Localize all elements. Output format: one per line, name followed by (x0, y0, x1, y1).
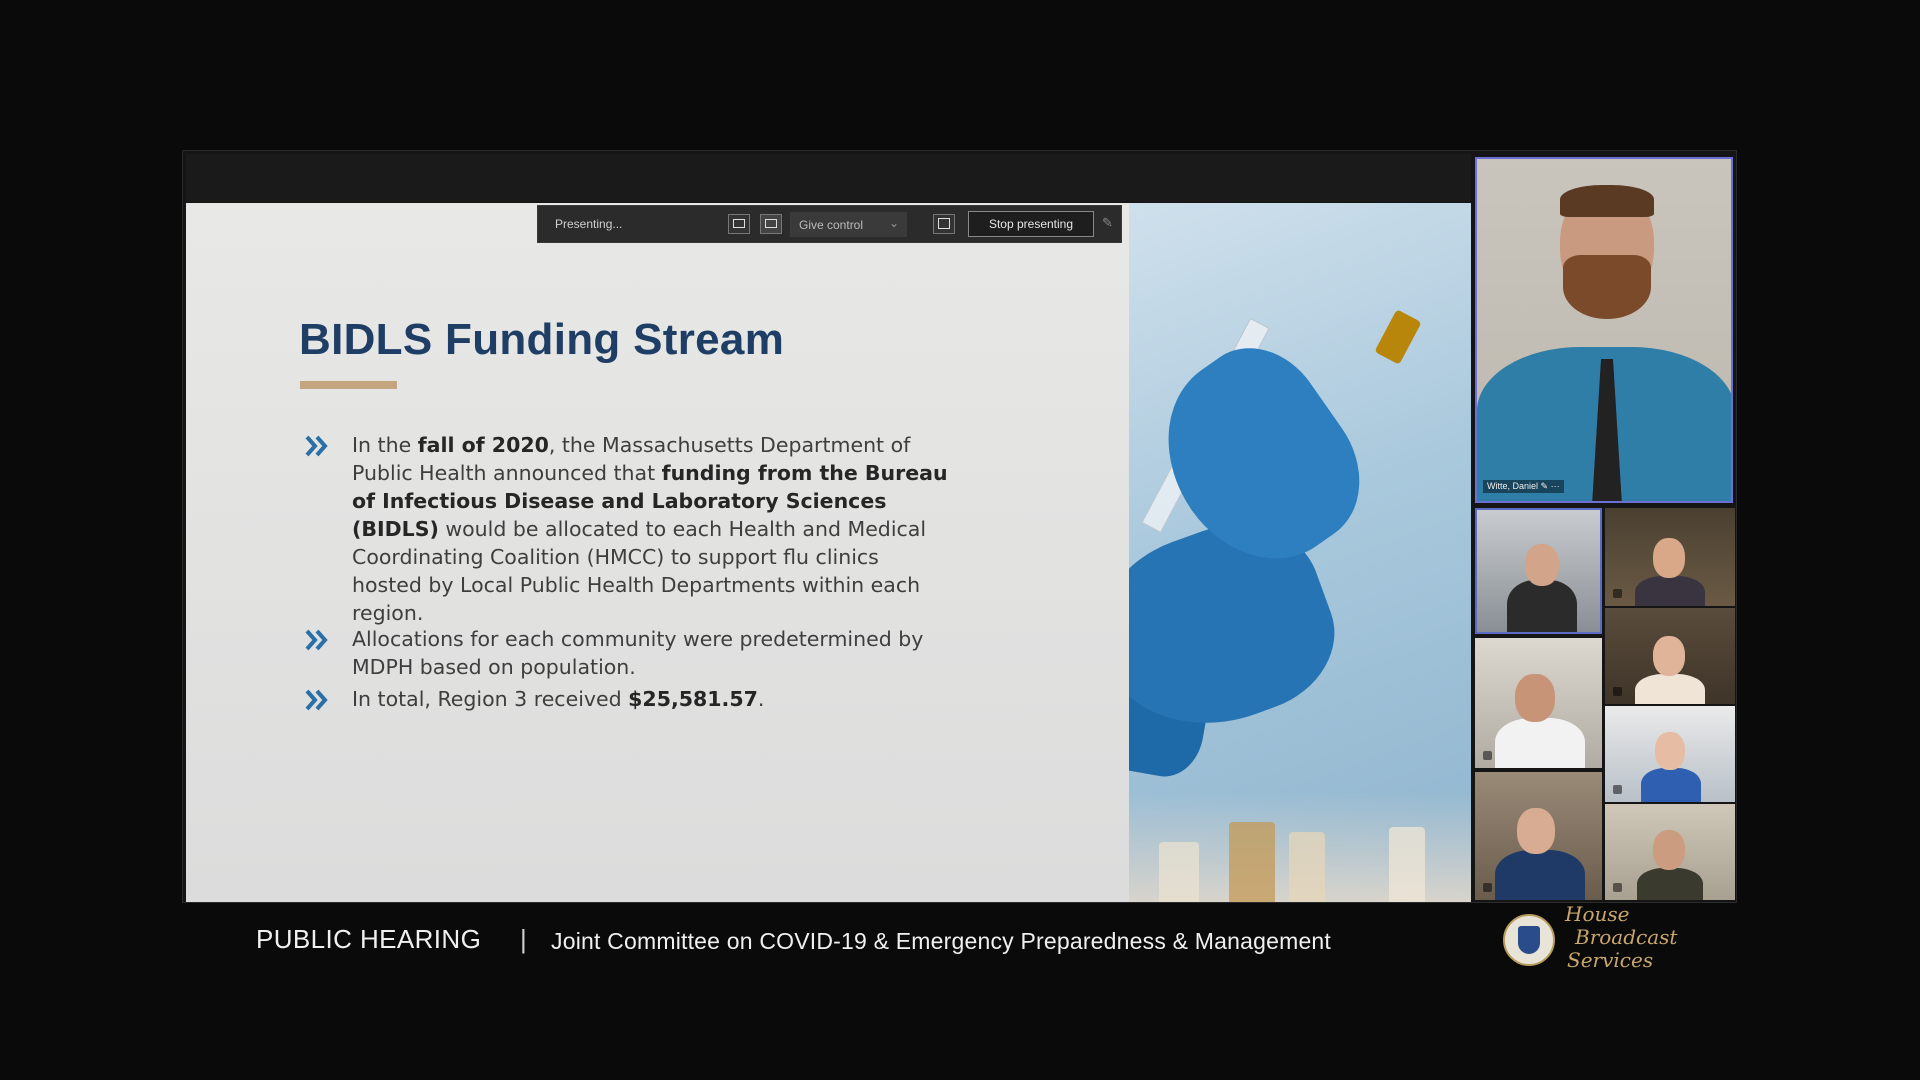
participant-face (1517, 808, 1555, 854)
participant-face (1655, 732, 1685, 770)
speaker-hair (1560, 185, 1654, 217)
muted-mic-icon (1613, 687, 1622, 696)
brand-line-2: Broadcast (1575, 925, 1678, 949)
muted-mic-icon (1483, 751, 1492, 760)
window-view-icon[interactable] (728, 214, 750, 234)
pin-icon[interactable]: ✎ (1102, 215, 1113, 231)
chevron-down-icon: ⌄ (888, 216, 899, 230)
participant-face (1525, 544, 1559, 586)
participant-body (1635, 674, 1705, 704)
bullet-item: In total, Region 3 received $25,581.57. (305, 685, 948, 713)
bullet-item: Allocations for each community were pred… (305, 625, 948, 681)
brand-line-3: Services (1567, 948, 1654, 972)
participant-body (1637, 868, 1703, 900)
broadcast-label: PUBLIC HEARING (256, 924, 482, 954)
vial (1159, 842, 1199, 902)
presenting-toolbar: Presenting... Give control ⌄ Stop presen… (537, 205, 1122, 243)
participant-face (1515, 674, 1555, 722)
title-underline (300, 381, 397, 389)
muted-mic-icon (1613, 883, 1622, 892)
participant-face (1653, 538, 1685, 578)
bullet-item: In the fall of 2020, the Massachusetts D… (305, 431, 948, 627)
participant-tile[interactable] (1475, 508, 1602, 634)
give-control-dropdown[interactable]: Give control ⌄ (790, 212, 907, 237)
participant-tile[interactable] (1605, 706, 1735, 802)
double-chevron-icon (305, 435, 328, 457)
slide-photo-gloved-hands-syringe (1129, 203, 1471, 902)
stop-presenting-button[interactable]: Stop presenting (968, 211, 1094, 237)
vial (1229, 822, 1275, 902)
amber-vial (1374, 309, 1422, 365)
vial (1289, 832, 1325, 902)
bullet-text: In total, Region 3 received $25,581.57. (352, 687, 765, 711)
massachusetts-seal-icon (1503, 914, 1555, 966)
participant-tile[interactable] (1605, 608, 1735, 704)
muted-mic-icon (1613, 785, 1622, 794)
participant-face (1653, 830, 1685, 870)
muted-mic-icon (1613, 589, 1622, 598)
double-chevron-icon (305, 629, 328, 651)
screen-view-icon[interactable] (760, 214, 782, 234)
participant-tile[interactable] (1475, 638, 1602, 768)
participant-body (1507, 580, 1577, 632)
brand-line-1: House (1565, 902, 1630, 926)
participant-body (1495, 850, 1585, 900)
participant-body (1495, 718, 1585, 768)
slide-title: BIDLS Funding Stream (299, 315, 785, 364)
participant-tile[interactable] (1475, 772, 1602, 900)
participant-body (1641, 768, 1701, 802)
bullet-text: In the fall of 2020, the Massachusetts D… (352, 433, 948, 625)
lower-third-separator: | (520, 924, 527, 954)
meeting-top-bar (186, 154, 1471, 202)
participant-face (1653, 636, 1685, 676)
bullet-text: Allocations for each community were pred… (352, 627, 924, 679)
committee-name: Joint Committee on COVID-19 & Emergency … (551, 928, 1332, 954)
presenting-status: Presenting... (555, 217, 623, 231)
participant-name-tag: Witte, Daniel ✎ ··· (1483, 480, 1564, 493)
participant-tile[interactable] (1605, 804, 1735, 900)
shared-slide: BIDLS Funding Stream In the fall of 2020… (186, 203, 1129, 902)
double-chevron-icon (305, 689, 328, 711)
vial (1389, 827, 1425, 902)
participant-tile[interactable] (1605, 508, 1735, 606)
active-speaker-tile[interactable]: Witte, Daniel ✎ ··· (1475, 157, 1733, 503)
speaker-beard (1563, 255, 1651, 319)
participant-body (1635, 576, 1705, 606)
give-control-label: Give control (799, 218, 864, 232)
include-audio-icon[interactable] (933, 214, 955, 234)
muted-mic-icon (1483, 883, 1492, 892)
